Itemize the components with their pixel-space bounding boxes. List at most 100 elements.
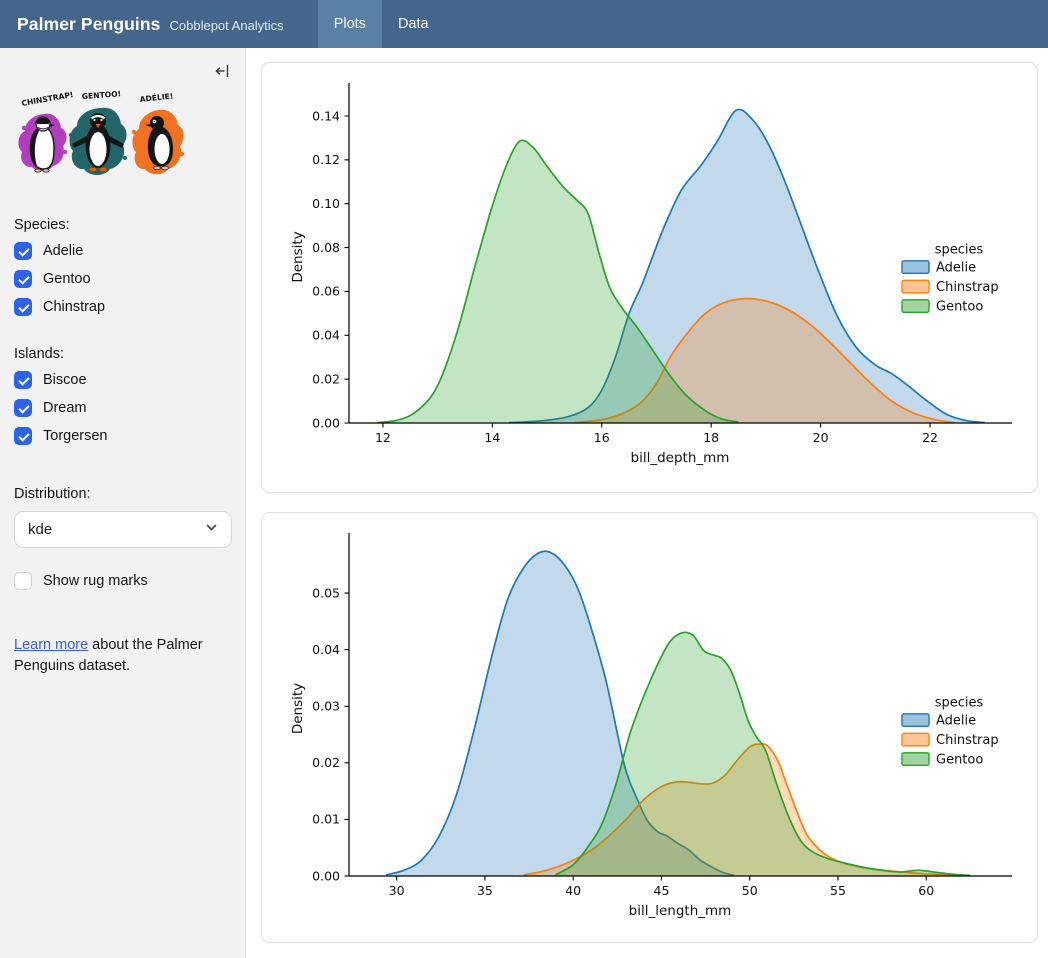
sidebar-collapse-button[interactable] <box>211 61 233 83</box>
y-tick-label: 0.08 <box>312 240 340 255</box>
y-tick-label: 0.00 <box>312 868 340 883</box>
kde-plot-svg: 1214161820220.000.020.040.060.080.100.12… <box>262 63 1037 492</box>
chevron-down-icon <box>205 521 218 538</box>
x-tick-label: 12 <box>375 430 391 445</box>
y-tick-label: 0.04 <box>312 328 340 343</box>
legend-label-gentoo: Gentoo <box>936 299 983 314</box>
y-tick-label: 0.05 <box>312 585 340 600</box>
tab-plots[interactable]: Plots <box>318 0 382 48</box>
bill-depth-plot-card: 1214161820220.000.020.040.060.080.100.12… <box>261 62 1038 493</box>
dream-checkbox[interactable] <box>14 399 32 417</box>
y-axis-label: Density <box>290 683 306 734</box>
legend: species Adelie Chinstrap Gentoo <box>902 696 999 768</box>
sidebar: CHINSTRAP! GENTOO! ADÉLIE! Species: Adel… <box>0 48 246 958</box>
y-tick-label: 0.03 <box>312 699 340 714</box>
checkbox-row-gentoo[interactable]: Gentoo <box>14 265 231 293</box>
adelie-checkbox-label: Adelie <box>43 243 83 259</box>
legend-swatch-adelie <box>902 714 929 727</box>
brand: Palmer Penguins Cobblepot Analytics <box>0 14 284 35</box>
legend-label-chinstrap: Chinstrap <box>936 280 999 295</box>
artwork-label-adelie: ADÉLIE! <box>139 92 173 104</box>
artwork-label-chinstrap: CHINSTRAP! <box>21 90 74 108</box>
legend: species Adelie Chinstrap Gentoo <box>902 243 999 315</box>
y-tick-label: 0.14 <box>312 108 340 123</box>
adelie-checkbox[interactable] <box>14 242 32 260</box>
islands-filter-group: Islands: Biscoe Dream Torgersen <box>14 346 231 450</box>
dream-checkbox-label: Dream <box>43 400 87 416</box>
distribution-group: Distribution: kde <box>14 486 231 548</box>
legend-swatch-chinstrap <box>902 280 929 293</box>
x-axis-label: bill_depth_mm <box>631 450 730 466</box>
show-rug-marks-checkbox[interactable] <box>14 572 32 590</box>
navbar: Palmer Penguins Cobblepot Analytics Plot… <box>0 0 1048 48</box>
islands-label: Islands: <box>14 346 231 362</box>
app-subtitle: Cobblepot Analytics <box>170 18 284 33</box>
y-tick-label: 0.02 <box>312 755 340 770</box>
x-tick-label: 18 <box>703 430 719 445</box>
x-tick-label: 40 <box>565 883 581 898</box>
checkbox-row-torgersen[interactable]: Torgersen <box>14 422 231 450</box>
checkbox-row-dream[interactable]: Dream <box>14 394 231 422</box>
y-tick-label: 0.10 <box>312 196 340 211</box>
torgersen-checkbox-label: Torgersen <box>43 428 107 444</box>
legend-swatch-gentoo <box>902 300 929 313</box>
distribution-select[interactable]: kde <box>14 511 232 548</box>
y-tick-label: 0.00 <box>312 415 340 430</box>
bill-depth-kde-chart: 1214161820220.000.020.040.060.080.100.12… <box>262 63 1037 492</box>
legend-title: species <box>935 696 984 711</box>
x-tick-label: 55 <box>830 883 846 898</box>
learn-more-link[interactable]: Learn more <box>14 637 88 653</box>
legend-label-gentoo: Gentoo <box>936 752 983 767</box>
x-tick-label: 45 <box>654 883 670 898</box>
legend-swatch-adelie <box>902 261 929 274</box>
species-checkbox-list: Adelie Gentoo Chinstrap <box>14 237 231 321</box>
show-rug-marks-label: Show rug marks <box>43 573 148 589</box>
x-tick-label: 60 <box>918 883 934 898</box>
legend-title: species <box>935 243 984 258</box>
y-tick-label: 0.04 <box>312 642 340 657</box>
arrow-bar-left-icon <box>213 62 231 80</box>
legend-label-adelie: Adelie <box>936 260 976 275</box>
legend-swatch-chinstrap <box>902 733 929 746</box>
dataset-footnote: Learn more about the Palmer Penguins dat… <box>14 635 214 677</box>
legend-label-adelie: Adelie <box>936 713 976 728</box>
x-tick-label: 16 <box>594 430 610 445</box>
species-label: Species: <box>14 217 231 233</box>
distribution-label: Distribution: <box>14 486 231 502</box>
x-tick-label: 14 <box>484 430 500 445</box>
rug-marks-group: Show rug marks <box>14 567 231 595</box>
checkbox-row-adelie[interactable]: Adelie <box>14 237 231 265</box>
chinstrap-checkbox-label: Chinstrap <box>43 299 105 315</box>
gentoo-checkbox[interactable] <box>14 270 32 288</box>
chinstrap-checkbox[interactable] <box>14 298 32 316</box>
checkbox-row-biscoe[interactable]: Biscoe <box>14 366 231 394</box>
x-tick-label: 35 <box>477 883 493 898</box>
app-title: Palmer Penguins <box>17 14 161 35</box>
penguin-artwork: CHINSTRAP! GENTOO! ADÉLIE! <box>16 88 188 193</box>
y-tick-label: 0.02 <box>312 371 340 386</box>
artwork-label-gentoo: GENTOO! <box>82 89 122 101</box>
checkbox-row-show-rug-marks[interactable]: Show rug marks <box>14 567 231 595</box>
y-tick-label: 0.12 <box>312 152 340 167</box>
main-content: 1214161820220.000.020.040.060.080.100.12… <box>247 48 1048 958</box>
x-tick-label: 50 <box>742 883 758 898</box>
x-axis-label: bill_length_mm <box>629 903 732 919</box>
app-window: Palmer Penguins Cobblepot Analytics Plot… <box>0 0 1048 958</box>
x-tick-label: 30 <box>389 883 405 898</box>
distribution-select-value: kde <box>28 521 52 538</box>
checkbox-row-chinstrap[interactable]: Chinstrap <box>14 293 231 321</box>
torgersen-checkbox[interactable] <box>14 427 32 445</box>
y-axis-label: Density <box>290 231 306 282</box>
y-tick-label: 0.01 <box>312 812 340 827</box>
legend-label-chinstrap: Chinstrap <box>936 733 999 748</box>
biscoe-checkbox-label: Biscoe <box>43 372 87 388</box>
legend-swatch-gentoo <box>902 753 929 766</box>
bill-length-plot-card: 30 35 40 45 50 55 60 0.00 0.01 0.02 0.03 0.04 0.05 bi… <box>261 512 1038 943</box>
x-tick-label: 22 <box>922 430 938 445</box>
tab-data[interactable]: Data <box>382 0 445 48</box>
gentoo-checkbox-label: Gentoo <box>43 271 91 287</box>
species-filter-group: Species: Adelie Gentoo Chinstrap <box>14 217 231 321</box>
biscoe-checkbox[interactable] <box>14 371 32 389</box>
nav-tabs: Plots Data <box>318 0 445 48</box>
y-tick-label: 0.06 <box>312 284 340 299</box>
